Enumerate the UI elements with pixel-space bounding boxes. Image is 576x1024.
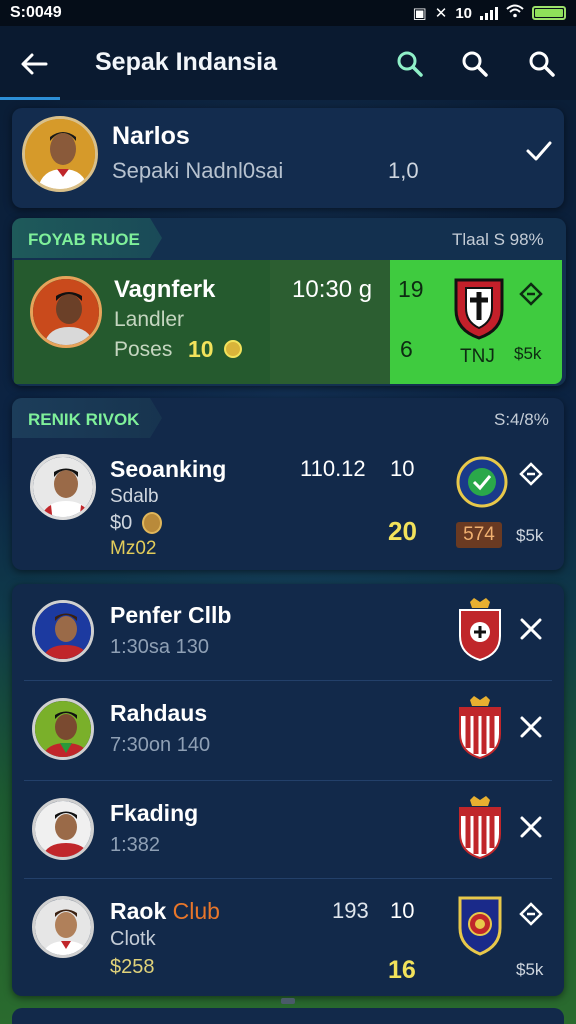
coin-icon — [142, 512, 162, 534]
search-button-active[interactable] — [390, 44, 430, 84]
rank-player-club: Sdalb — [110, 486, 159, 507]
divider — [24, 780, 552, 781]
section-right-label: Tlaal S 98% — [452, 230, 544, 249]
list-item-name: Penfer Cllb — [110, 602, 232, 628]
search-button[interactable] — [455, 44, 495, 84]
close-icon[interactable] — [516, 812, 546, 842]
featured-points-label: Poses — [114, 338, 173, 361]
next-card-peek — [12, 1008, 564, 1024]
list-item-name: Fkading — [110, 800, 199, 826]
battery-icon — [532, 6, 566, 20]
app-bar: Sepak Indansia — [0, 26, 576, 100]
list-item-stat: 10 — [390, 898, 415, 923]
list-item-extra: $5k — [516, 960, 544, 979]
featured-club-code: TNJ — [460, 346, 495, 367]
profile-subtitle: Sepaki Nadnl0sai — [112, 158, 284, 183]
status-icons: ▣ ✕ 10 — [413, 4, 566, 22]
list-item-detail: 1:30sa 130 — [110, 636, 209, 658]
search-icon — [397, 51, 423, 77]
wifi-icon — [506, 4, 524, 22]
status-time: S:0049 — [10, 4, 62, 21]
scroll-indicator — [281, 998, 295, 1004]
status-bar: S:0049 ▣ ✕ 10 — [0, 0, 576, 26]
ranks-section: RENIK RIVOK S:4/8% Seoanking Sdalb $0 Mz… — [12, 398, 564, 570]
avatar — [32, 600, 94, 662]
featured-extra: $5k — [514, 344, 542, 363]
featured-section: FOYAB RUOE Tlaal S 98% Vagnferk Landler … — [12, 218, 566, 386]
avatar — [30, 276, 102, 348]
divider — [24, 680, 552, 681]
club-crest-icon — [459, 598, 501, 662]
share-icon[interactable] — [517, 900, 545, 928]
featured-time: 10:30 g — [292, 276, 373, 303]
nfc-icon: ▣ — [412, 5, 427, 22]
list-item[interactable]: Penfer Cllb 1:30sa 130 — [12, 584, 564, 680]
list-item-title: Raok Club — [110, 898, 220, 925]
share-icon[interactable] — [517, 280, 545, 308]
page-title: Sepak Indansia — [95, 48, 278, 76]
featured-points-value: 10 — [188, 336, 214, 362]
close-icon[interactable] — [516, 614, 546, 644]
avatar — [22, 116, 98, 192]
rank-stat: 10 — [390, 456, 415, 481]
profile-card[interactable]: Narlos Sepaki Nadnl0sai 1,0 — [12, 108, 564, 208]
list-item-sub: Clotk — [110, 928, 156, 950]
list-item-name: Rahdaus — [110, 700, 208, 726]
list-item[interactable]: Rahdaus 7:30on 140 — [12, 682, 564, 778]
share-icon[interactable] — [517, 460, 545, 488]
list-item-detail: 7:30on 140 — [110, 734, 211, 756]
profile-value: 1,0 — [388, 158, 419, 183]
section-right-label: S:4/8% — [494, 410, 549, 429]
avatar — [30, 454, 96, 520]
list-item-score: 16 — [388, 956, 416, 984]
divider — [24, 878, 552, 879]
featured-player-sub: Landler — [114, 308, 185, 331]
mute-icon: ✕ — [434, 5, 448, 22]
club-crest-icon — [459, 796, 501, 860]
list-item[interactable]: Raok Club Clotk $258 193 10 16 $5k — [12, 880, 564, 994]
rank-badge: 574 — [456, 522, 502, 548]
check-icon[interactable] — [524, 136, 554, 166]
search-button-secondary[interactable] — [522, 44, 562, 84]
close-icon[interactable] — [516, 712, 546, 742]
club-crest-icon — [459, 696, 501, 760]
list-item-money: $258 — [110, 956, 155, 978]
tab-indicator — [0, 97, 60, 100]
club-crest-icon — [456, 456, 508, 508]
network-label: 10 — [455, 4, 472, 22]
search-icon — [529, 51, 555, 77]
rank-player-sub2: Mz02 — [110, 538, 157, 559]
signal-icon — [480, 6, 498, 20]
profile-name: Narlos — [112, 122, 190, 150]
rank-player-name: Seoanking — [110, 456, 227, 482]
arrow-left-icon — [21, 53, 48, 75]
section-label: FOYAB RUOE — [28, 230, 140, 249]
club-crest-icon — [454, 278, 504, 340]
list-item[interactable]: Fkading 1:382 — [12, 782, 564, 878]
featured-stat-1: 19 — [398, 276, 424, 302]
rank-score: 20 — [388, 516, 417, 546]
avatar — [32, 798, 94, 860]
club-crest-icon — [458, 896, 502, 956]
list-item-time: 193 — [332, 898, 369, 923]
club-list: Penfer Cllb 1:30sa 130 Rahdaus 7:30on 14… — [12, 584, 564, 996]
featured-player-name: Vagnferk — [114, 276, 216, 303]
section-label: RENIK RIVOK — [28, 410, 140, 429]
rank-extra: $5k — [516, 526, 544, 545]
list-item-detail: 1:382 — [110, 834, 161, 856]
rank-time: 110.12 — [300, 456, 366, 481]
rank-player-money: $0 — [110, 512, 133, 534]
search-icon — [462, 51, 488, 77]
back-button[interactable] — [18, 48, 50, 80]
list-item-name: Raok — [110, 898, 167, 924]
coin-icon — [224, 340, 242, 358]
featured-stat-2: 6 — [400, 336, 413, 362]
avatar — [32, 698, 94, 760]
avatar — [32, 896, 94, 958]
list-item-name-suffix: Club — [172, 898, 220, 924]
